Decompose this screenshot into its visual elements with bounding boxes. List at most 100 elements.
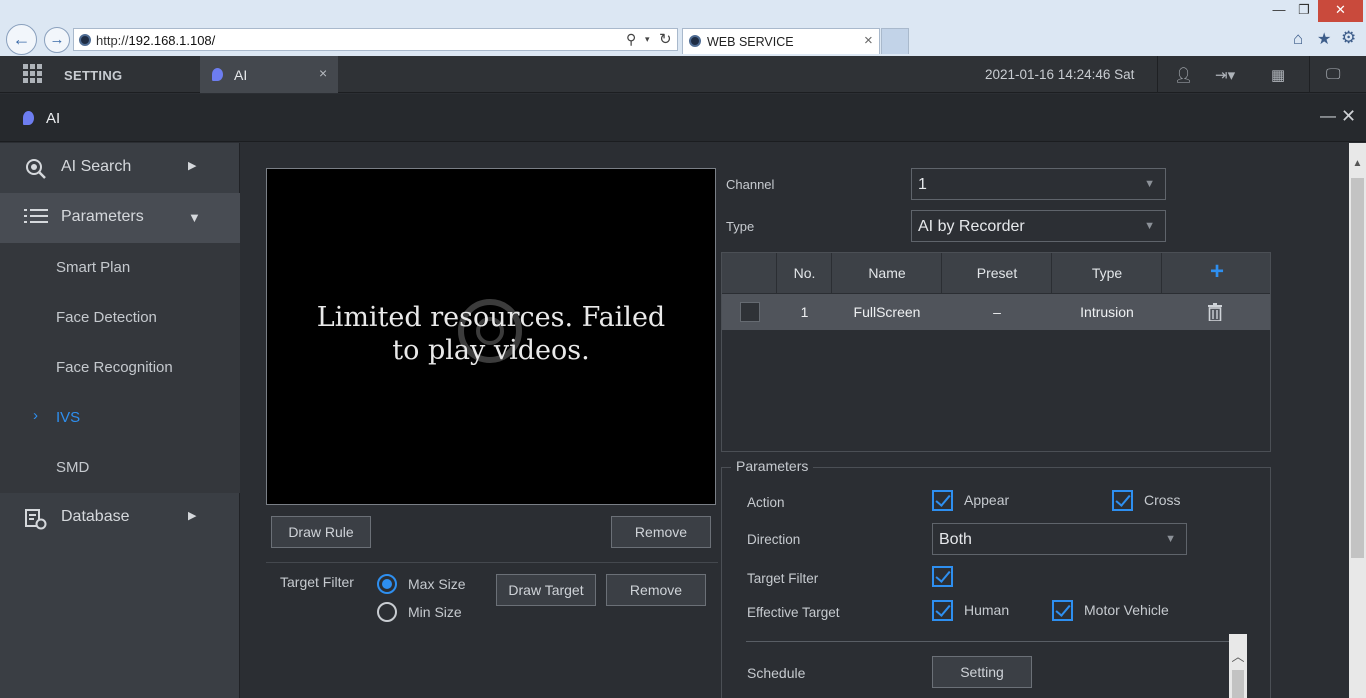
setting-label[interactable]: SETTING	[64, 68, 122, 83]
datetime-display: 2021-01-16 14:24:46 Sat	[985, 67, 1135, 82]
sidebar-item-parameters[interactable]: Parameters ▼	[0, 193, 240, 243]
schedule-setting-button[interactable]: Setting	[932, 656, 1032, 688]
sidebar-item-label: Parameters	[61, 208, 144, 225]
target-filter-param-label: Target Filter	[747, 571, 819, 586]
ai-tab-icon	[212, 68, 223, 81]
motor-vehicle-label: Motor Vehicle	[1084, 602, 1169, 618]
type-select[interactable]: AI by Recorder ▼	[911, 210, 1166, 242]
user-icon[interactable]: 👤︎	[1174, 66, 1193, 84]
chevron-down-icon: ▼	[188, 210, 201, 225]
sidebar-submenu: Smart Plan Face Detection Face Recogniti…	[0, 243, 240, 493]
min-size-radio[interactable]	[377, 602, 397, 622]
sidebar-item-ai-search[interactable]: AI Search ▶	[0, 143, 240, 193]
table-row[interactable]: 1 FullScreen – Intrusion	[722, 294, 1270, 330]
sidebar-item-smd[interactable]: SMD	[56, 459, 89, 476]
remove-rule-button[interactable]: Remove	[611, 516, 711, 548]
divider	[1309, 56, 1310, 93]
new-tab-button[interactable]	[881, 28, 909, 54]
chevron-right-icon: ▶	[188, 160, 197, 172]
draw-target-button[interactable]: Draw Target	[496, 574, 596, 606]
table-header: No. Name Preset Type +	[722, 253, 1270, 293]
search-icon[interactable]: ⚲	[626, 31, 636, 48]
sidebar-item-face-recognition[interactable]: Face Recognition	[56, 359, 173, 376]
cell-type: Intrusion	[1080, 304, 1134, 320]
rule-table: No. Name Preset Type + 1 FullScreen – In…	[721, 252, 1271, 452]
address-bar[interactable]: http://192.168.1.108/ ⚲ ▾ ↻	[73, 28, 678, 51]
col-preset: Preset	[976, 265, 1018, 281]
parameters-legend: Parameters	[731, 458, 814, 474]
refresh-icon[interactable]: ↻	[659, 30, 672, 48]
forward-button[interactable]: →	[44, 27, 70, 53]
target-filter-checkbox[interactable]	[932, 566, 953, 587]
close-icon[interactable]: ✕	[1341, 106, 1356, 127]
max-size-label: Max Size	[408, 576, 466, 592]
direction-label: Direction	[747, 532, 801, 547]
schedule-label: Schedule	[747, 665, 806, 681]
human-checkbox[interactable]	[932, 600, 953, 621]
logout-icon[interactable]: ⇥▾	[1215, 66, 1235, 84]
direction-select[interactable]: Both ▼	[932, 523, 1187, 555]
type-label: Type	[726, 219, 755, 234]
window-title: AI	[46, 110, 61, 127]
app-top-bar: SETTING AI × 2021-01-16 14:24:46 Sat 👤︎ …	[0, 56, 1366, 93]
action-label: Action	[747, 495, 785, 510]
gear-icon[interactable]: ⚙	[1341, 28, 1356, 48]
minimize-icon[interactable]: —	[1320, 108, 1336, 126]
browser-tab-title: WEB SERVICE	[707, 35, 794, 49]
scroll-up-icon[interactable]: ︿	[1229, 646, 1247, 665]
scroll-up-icon[interactable]: ▲	[1349, 155, 1366, 172]
chevron-down-icon: ▼	[1144, 178, 1155, 190]
cell-no: 1	[800, 304, 809, 320]
back-button[interactable]: ←	[6, 24, 37, 55]
dropdown-icon[interactable]: ▾	[645, 34, 650, 45]
tab-ai[interactable]: AI ×	[200, 56, 338, 93]
address-url: http://192.168.1.108/	[96, 33, 216, 48]
sidebar-item-label: AI Search	[61, 158, 132, 175]
motor-vehicle-checkbox[interactable]	[1052, 600, 1073, 621]
ai-tab-close-icon[interactable]: ×	[319, 65, 327, 81]
sidebar-item-face-detection[interactable]: Face Detection	[56, 309, 157, 326]
window-close-icon[interactable]: ✕	[1318, 0, 1363, 22]
favorites-icon[interactable]: ★	[1317, 29, 1331, 49]
scrollbar-thumb[interactable]	[1232, 670, 1244, 698]
draw-rule-button[interactable]: Draw Rule	[271, 516, 371, 548]
window-restore-icon[interactable]: ❐	[1294, 0, 1314, 22]
cell-preset: –	[993, 304, 1001, 320]
chevron-down-icon: ▼	[1165, 533, 1176, 545]
row-checkbox[interactable]	[740, 302, 760, 322]
sidebar-item-smart-plan[interactable]: Smart Plan	[56, 259, 130, 276]
page-scrollbar[interactable]: ▲	[1349, 143, 1366, 698]
video-preview[interactable]: Limited resources. Failed to play videos…	[266, 168, 716, 505]
cross-checkbox[interactable]	[1112, 490, 1133, 511]
parameters-scrollbar[interactable]: ︿	[1229, 634, 1247, 698]
scrollbar-thumb[interactable]	[1351, 178, 1364, 558]
grid-menu-icon[interactable]	[23, 64, 43, 84]
appear-checkbox[interactable]	[932, 490, 953, 511]
col-no: No.	[793, 265, 816, 281]
effective-target-label: Effective Target	[747, 605, 840, 620]
trash-icon[interactable]	[1208, 303, 1222, 326]
tab-close-icon[interactable]: ×	[864, 32, 873, 49]
database-icon	[24, 507, 48, 536]
list-icon	[24, 207, 48, 232]
chevron-down-icon: ▼	[1144, 220, 1155, 232]
browser-toolbar: ← → http://192.168.1.108/ ⚲ ▾ ↻ WEB SERV…	[0, 0, 1366, 56]
add-rule-icon[interactable]: +	[1162, 258, 1272, 286]
tab-site-icon	[689, 35, 701, 47]
window-minimize-icon[interactable]: —	[1268, 0, 1290, 22]
remove-target-button[interactable]: Remove	[606, 574, 706, 606]
home-icon[interactable]: ⌂	[1293, 29, 1303, 49]
sidebar-item-ivs[interactable]: IVS	[56, 409, 80, 426]
channel-label: Channel	[726, 177, 775, 192]
display-icon[interactable]: 🖵︎	[1326, 66, 1340, 83]
human-label: Human	[964, 602, 1010, 618]
sidebar-item-database[interactable]: Database ▶	[0, 493, 240, 543]
max-size-radio[interactable]	[377, 574, 397, 594]
browser-tab[interactable]: WEB SERVICE ×	[682, 28, 880, 54]
sidebar: AI Search ▶ Parameters ▼ Smart Plan Face…	[0, 143, 240, 698]
channel-select[interactable]: 1 ▼	[911, 168, 1166, 200]
qr-code-icon[interactable]: ▦	[1271, 66, 1285, 84]
ai-tab-label: AI	[234, 67, 248, 83]
direction-value: Both	[939, 531, 972, 548]
min-size-label: Min Size	[408, 604, 462, 620]
